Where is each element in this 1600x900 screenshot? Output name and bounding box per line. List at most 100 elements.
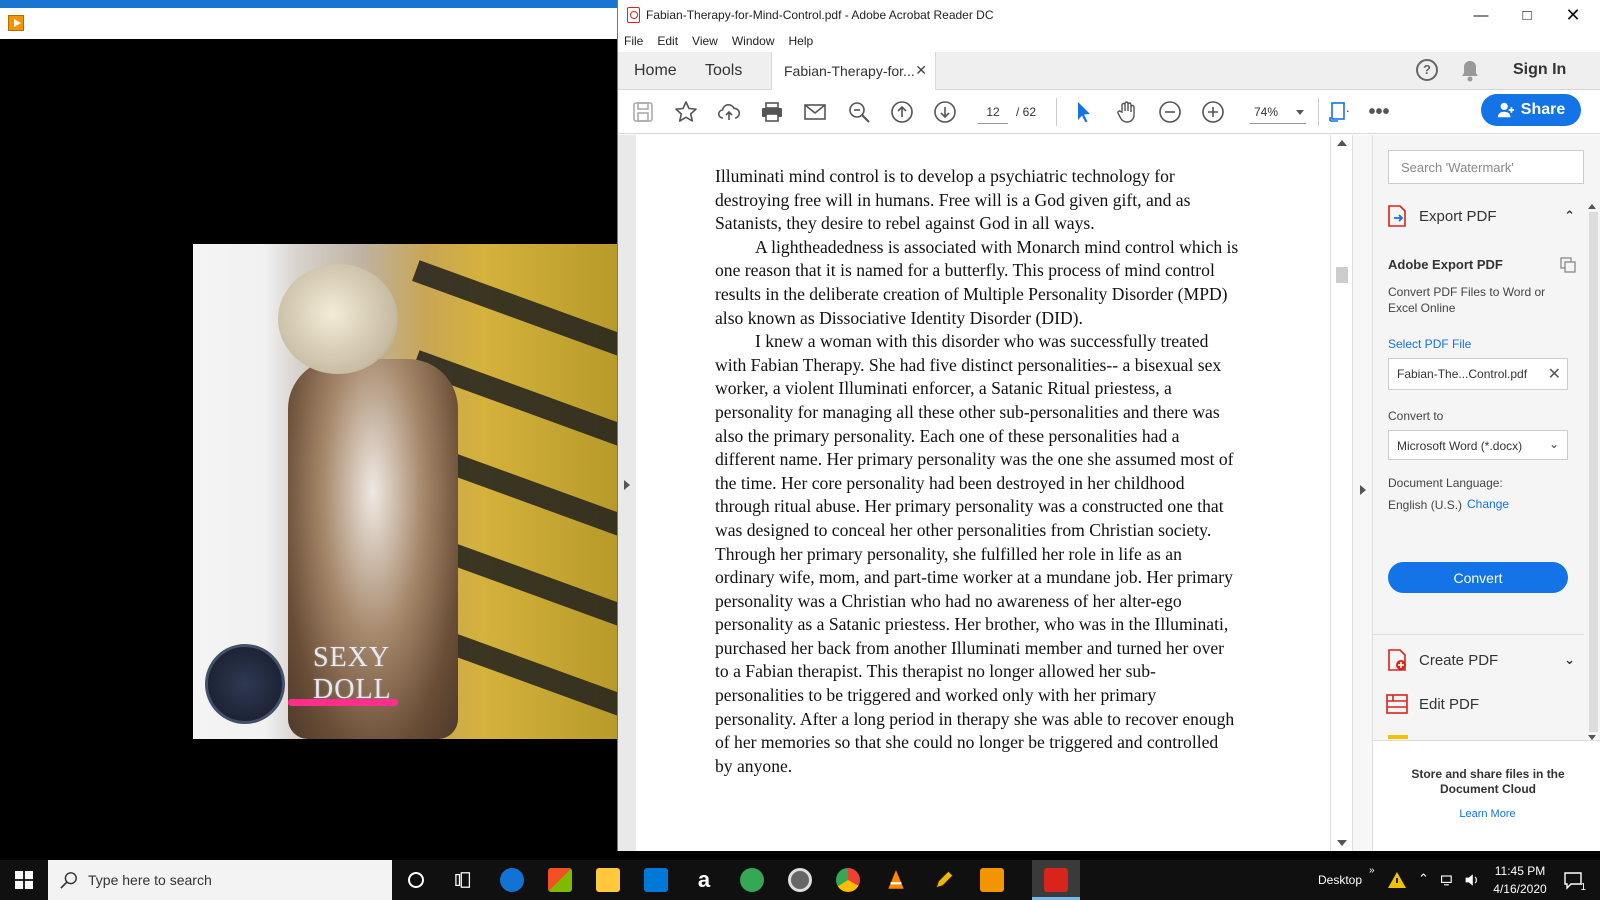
upload-cloud-icon[interactable]: [716, 99, 742, 125]
vlc-icon[interactable]: [876, 865, 916, 895]
network-icon[interactable]: [1436, 865, 1460, 895]
edge-browser-icon[interactable]: [492, 865, 532, 895]
close-button[interactable]: ✕: [1550, 0, 1596, 30]
webcam-app-icon[interactable]: [780, 865, 820, 895]
file-explorer-icon[interactable]: [588, 865, 628, 895]
page-number-input[interactable]: 12: [978, 100, 1008, 124]
menu-bar: File Edit View Window Help: [618, 30, 1600, 52]
menu-file[interactable]: File: [624, 34, 643, 48]
help-icon[interactable]: ?: [1416, 59, 1438, 81]
taskbar-search-box[interactable]: Type here to search: [48, 860, 392, 900]
more-tools-icon[interactable]: •••: [1366, 99, 1392, 125]
minimize-button[interactable]: —: [1458, 0, 1504, 30]
zoom-level-select[interactable]: 74%: [1250, 100, 1306, 124]
next-page-icon[interactable]: [932, 99, 958, 125]
document-language-value: English (U.S.): [1388, 498, 1463, 512]
create-pdf-icon: [1385, 648, 1409, 672]
share-button[interactable]: Share: [1481, 94, 1581, 126]
menu-window[interactable]: Window: [732, 34, 775, 48]
notification-bell-icon[interactable]: [1460, 60, 1480, 82]
close-tab-icon[interactable]: ✕: [915, 62, 927, 79]
caution-tape-stripe: [412, 260, 618, 370]
tripadvisor-icon[interactable]: [732, 865, 772, 895]
task-view-icon[interactable]: [444, 865, 484, 895]
edit-pdf-tool[interactable]: Edit PDF: [1385, 689, 1575, 719]
learn-more-link[interactable]: Learn More: [1373, 808, 1600, 820]
right-pane-toggle[interactable]: [1352, 135, 1372, 851]
tab-bar: Home Tools Fabian-Therapy-for... ✕ ? Sig…: [618, 52, 1600, 90]
toolbar-divider: [1056, 98, 1057, 126]
mail-icon[interactable]: [636, 865, 676, 895]
export-pdf-tool[interactable]: Export PDF ⌃: [1385, 201, 1575, 231]
scroll-up-arrow-icon[interactable]: [1337, 140, 1347, 146]
clock-time[interactable]: 11:45 PM: [1492, 864, 1548, 878]
save-icon[interactable]: [630, 99, 656, 125]
volume-icon[interactable]: [1460, 865, 1484, 895]
media-player-icon: [8, 15, 24, 31]
tab-home[interactable]: Home: [634, 62, 677, 80]
edit-pdf-label: Edit PDF: [1419, 695, 1480, 713]
amazon-icon[interactable]: a: [684, 865, 724, 895]
email-icon[interactable]: [802, 99, 828, 125]
right-pane-scrollbar[interactable]: [1584, 200, 1600, 740]
chevron-down-icon[interactable]: ⌄: [1564, 652, 1575, 668]
document-scrollbar[interactable]: [1330, 135, 1352, 851]
chevron-down-icon: [1296, 110, 1304, 115]
scroll-up-arrow-icon[interactable]: [1588, 204, 1596, 209]
left-pane-expand-icon[interactable]: [624, 480, 630, 490]
hand-tool-icon[interactable]: [1114, 99, 1140, 125]
tab-tools[interactable]: Tools: [705, 62, 742, 80]
bookmark-star-icon[interactable]: [673, 99, 699, 125]
remove-file-icon[interactable]: ✕: [1548, 364, 1561, 384]
windows-taskbar: Type here to search a Desktop » ⌃ 11:45 …: [0, 860, 1600, 900]
selected-file-field[interactable]: Fabian-The...Control.pdf ✕: [1388, 358, 1568, 390]
page-fit-icon[interactable]: [1326, 99, 1352, 125]
chrome-icon[interactable]: [828, 865, 868, 895]
scrollbar-track[interactable]: [1589, 212, 1598, 732]
acrobat-taskbar-button[interactable]: [1032, 860, 1080, 900]
edit-pdf-icon: [1385, 692, 1409, 716]
action-center-icon[interactable]: 1: [1556, 865, 1590, 895]
document-viewport[interactable]: Illuminati mind control is to develop a …: [618, 135, 1352, 851]
tab-document[interactable]: Fabian-Therapy-for... ✕: [771, 52, 936, 90]
change-language-link[interactable]: Change: [1467, 497, 1509, 511]
export-pdf-label: Export PDF: [1419, 207, 1497, 225]
sign-in-link[interactable]: Sign In: [1513, 61, 1566, 79]
acrobat-title-bar[interactable]: Fabian-Therapy-for-Mind-Control.pdf - Ad…: [618, 0, 1600, 30]
clock-date[interactable]: 4/16/2020: [1492, 882, 1548, 896]
chevron-up-icon[interactable]: ⌃: [1564, 208, 1575, 224]
scroll-down-arrow-icon[interactable]: [1337, 840, 1347, 846]
zoom-out-icon[interactable]: [1157, 99, 1183, 125]
copy-icon[interactable]: [1560, 257, 1576, 273]
cortana-icon[interactable]: [396, 865, 436, 895]
pdf-file-icon: [627, 7, 640, 23]
show-hidden-icons-icon[interactable]: ⌃: [1418, 871, 1429, 887]
export-heading: Adobe Export PDF: [1388, 257, 1503, 272]
previous-page-icon[interactable]: [889, 99, 915, 125]
select-pdf-file-link[interactable]: Select PDF File: [1388, 337, 1471, 351]
tab-document-label: Fabian-Therapy-for...: [784, 63, 915, 79]
zoom-in-icon[interactable]: [1200, 99, 1226, 125]
create-pdf-tool[interactable]: Create PDF ⌄: [1385, 645, 1575, 675]
print-icon[interactable]: [759, 99, 785, 125]
start-button[interactable]: [0, 860, 48, 900]
convert-format-select[interactable]: Microsoft Word (*.docx) ⌄: [1388, 430, 1568, 460]
media-player-titlebar[interactable]: [0, 8, 618, 39]
toolbar-expand-icon[interactable]: »: [1369, 865, 1375, 876]
pencil-app-icon[interactable]: [924, 865, 964, 895]
convert-button[interactable]: Convert: [1388, 562, 1568, 593]
desktop-toolbar-label[interactable]: Desktop: [1318, 873, 1362, 887]
scrollbar-thumb[interactable]: [1336, 267, 1348, 283]
maximize-button[interactable]: □: [1504, 0, 1550, 30]
zoom-search-icon[interactable]: [846, 99, 872, 125]
tool-search-input[interactable]: Search 'Watermark': [1388, 150, 1584, 184]
media-player-taskbar-icon[interactable]: [972, 865, 1012, 895]
media-player-video-area[interactable]: SEXY DOLL: [0, 39, 618, 851]
pdf-page: Illuminati mind control is to develop a …: [636, 135, 1330, 851]
select-cursor-icon[interactable]: [1071, 99, 1097, 125]
menu-help[interactable]: Help: [789, 34, 814, 48]
menu-edit[interactable]: Edit: [657, 34, 678, 48]
microsoft-store-icon[interactable]: [540, 865, 580, 895]
alert-tray-icon[interactable]: [1382, 865, 1412, 895]
menu-view[interactable]: View: [692, 34, 718, 48]
